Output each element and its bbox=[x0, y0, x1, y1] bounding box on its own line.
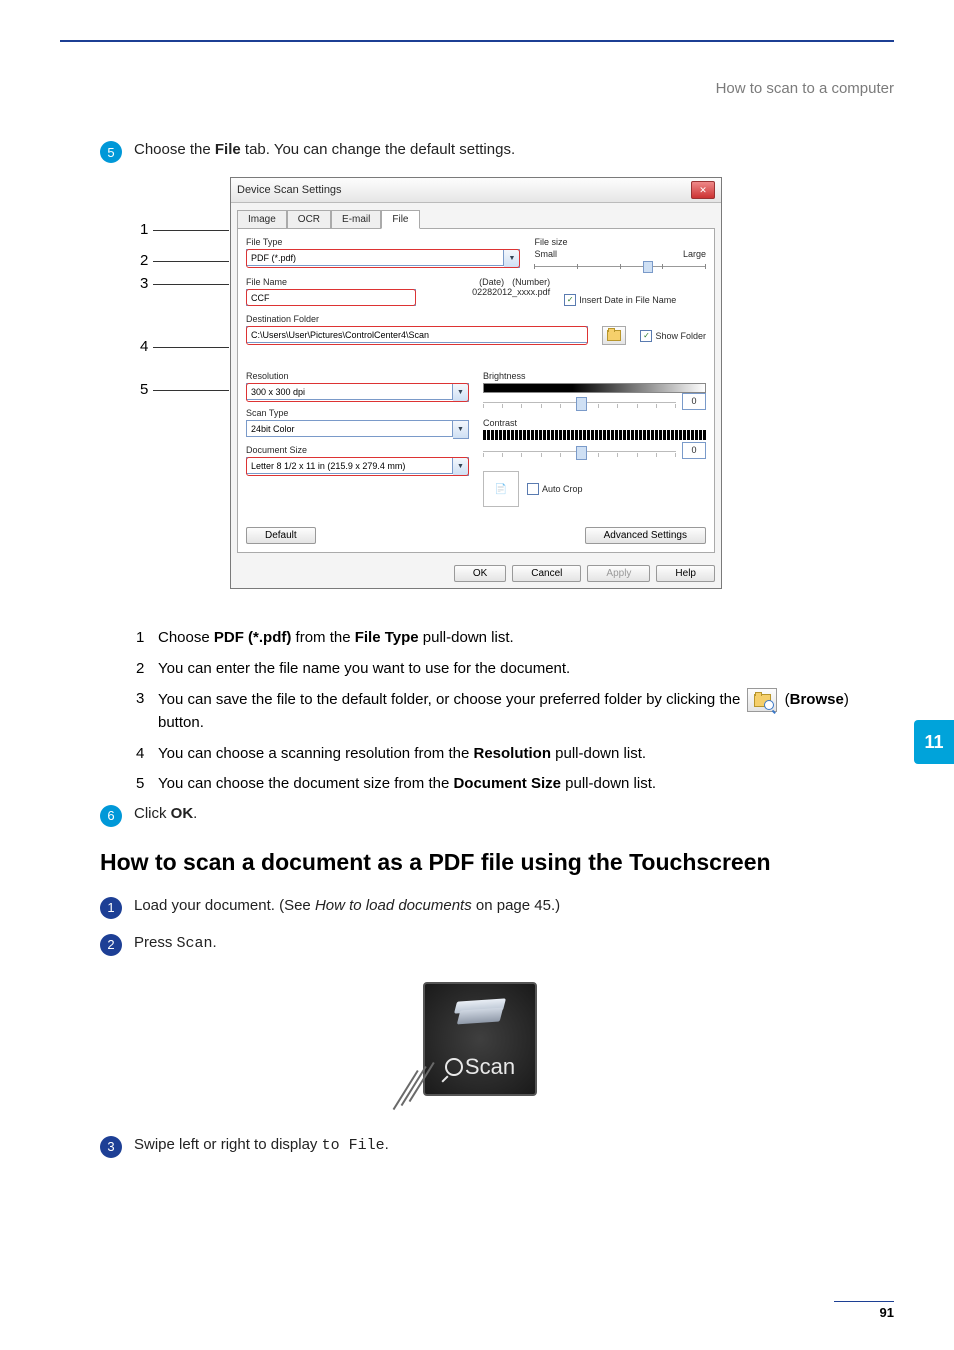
brightness-label: Brightness bbox=[483, 371, 706, 381]
dialog-illustration: 1 2 3 4 5 Device Scan Settings ✕ Image O… bbox=[100, 177, 860, 607]
chevron-down-icon[interactable]: ▼ bbox=[453, 457, 469, 476]
document-size-value[interactable] bbox=[246, 457, 453, 474]
file-size-small: Small bbox=[534, 249, 557, 259]
insert-date-checkbox[interactable]: ✓Insert Date in File Name bbox=[564, 294, 676, 306]
breadcrumb: How to scan to a computer bbox=[716, 80, 894, 97]
step5-pre: Choose the bbox=[134, 141, 215, 158]
instr-3: 3 You can save the file to the default f… bbox=[136, 688, 860, 735]
file-type-value[interactable] bbox=[246, 249, 504, 266]
ts1-link: How to load documents bbox=[315, 897, 472, 914]
file-name-number-label: (Number) bbox=[512, 277, 550, 287]
instr-5: 5 You can choose the document size from … bbox=[136, 773, 860, 796]
tab-image[interactable]: Image bbox=[237, 210, 287, 229]
file-name-date-label: (Date) bbox=[479, 277, 504, 287]
chevron-down-icon[interactable]: ▼ bbox=[504, 249, 520, 268]
scan-type-value[interactable] bbox=[246, 420, 453, 437]
advanced-settings-button[interactable]: Advanced Settings bbox=[585, 527, 706, 544]
file-name-preview: 02282012_xxxx.pdf bbox=[430, 287, 550, 297]
document-size-combo[interactable]: ▼ bbox=[246, 457, 469, 476]
ts-step-number-2: 2 bbox=[100, 934, 122, 956]
tab-email[interactable]: E-mail bbox=[331, 210, 381, 229]
scan-touchscreen-icon: Scan bbox=[100, 982, 860, 1101]
resolution-combo[interactable]: ▼ bbox=[246, 383, 469, 402]
header-rule bbox=[60, 40, 894, 42]
destination-folder-field[interactable] bbox=[246, 326, 588, 345]
ts2-code: Scan bbox=[177, 935, 213, 952]
insert-date-label: Insert Date in File Name bbox=[579, 295, 676, 305]
callout-column: 1 2 3 4 5 bbox=[140, 225, 229, 404]
file-type-label: File Type bbox=[246, 237, 520, 247]
show-folder-checkbox[interactable]: ✓Show Folder bbox=[640, 326, 706, 345]
scanner-icon bbox=[456, 1000, 504, 1030]
browse-icon bbox=[747, 688, 777, 712]
file-name-value[interactable] bbox=[246, 289, 416, 306]
dialog-tabs: Image OCR E-mail File bbox=[231, 203, 721, 228]
step5-post: tab. You can change the default settings… bbox=[241, 141, 515, 158]
device-scan-settings-dialog: Device Scan Settings ✕ Image OCR E-mail … bbox=[230, 177, 722, 589]
document-size-label: Document Size bbox=[246, 445, 469, 455]
callout-5: 5 bbox=[140, 381, 148, 398]
page-number: 91 bbox=[880, 1305, 894, 1320]
page-number-rule bbox=[834, 1301, 894, 1302]
dialog-title: Device Scan Settings bbox=[237, 184, 342, 196]
callout-1: 1 bbox=[140, 221, 148, 238]
contrast-value[interactable]: 0 bbox=[682, 442, 706, 459]
auto-crop-checkbox[interactable]: Auto Crop bbox=[527, 483, 583, 495]
callout-3: 3 bbox=[140, 275, 148, 292]
step-number-6: 6 bbox=[100, 805, 122, 827]
brightness-value[interactable]: 0 bbox=[682, 393, 706, 410]
file-size-label: File size bbox=[534, 237, 706, 247]
ts3-code: to File bbox=[322, 1137, 385, 1154]
ok-button[interactable]: OK bbox=[454, 565, 506, 582]
cancel-button[interactable]: Cancel bbox=[512, 565, 581, 582]
close-icon[interactable]: ✕ bbox=[691, 181, 715, 199]
file-type-combo[interactable]: ▼ bbox=[246, 249, 520, 268]
instr-1-num: 1 bbox=[136, 627, 158, 650]
instr-2: 2 You can enter the file name you want t… bbox=[136, 658, 860, 681]
contrast-slider[interactable]: 0 bbox=[483, 442, 706, 459]
chapter-tab: 11 bbox=[914, 720, 954, 764]
default-button[interactable]: Default bbox=[246, 527, 316, 544]
step-6: 6 Click OK. bbox=[100, 804, 860, 827]
file-size-large: Large bbox=[683, 249, 706, 259]
section-title: How to scan a document as a PDF file usi… bbox=[100, 849, 860, 876]
show-folder-label: Show Folder bbox=[655, 331, 706, 341]
apply-button[interactable]: Apply bbox=[587, 565, 650, 582]
crop-preview-icon: 📄 bbox=[483, 471, 519, 507]
ts-step-number-3: 3 bbox=[100, 1136, 122, 1158]
file-name-label: File Name bbox=[246, 277, 416, 287]
file-size-slider[interactable] bbox=[534, 263, 706, 269]
step-5: 5 Choose the File tab. You can change th… bbox=[100, 140, 860, 163]
scan-icon-label: Scan bbox=[465, 1054, 515, 1079]
ts-step-1: 1 Load your document. (See How to load d… bbox=[100, 896, 860, 919]
chevron-down-icon[interactable]: ▼ bbox=[453, 383, 469, 402]
ts-step-2: 2 Press Scan. bbox=[100, 933, 860, 956]
step5-bold: File bbox=[215, 141, 241, 158]
scan-type-label: Scan Type bbox=[246, 408, 469, 418]
callout-4: 4 bbox=[140, 338, 148, 355]
browse-button[interactable] bbox=[602, 326, 626, 345]
tab-ocr[interactable]: OCR bbox=[287, 210, 331, 229]
destination-folder-label: Destination Folder bbox=[246, 314, 706, 324]
file-name-field[interactable] bbox=[246, 289, 416, 306]
contrast-label: Contrast bbox=[483, 418, 706, 428]
tap-gesture-icon bbox=[397, 1056, 457, 1116]
ts-step-number-1: 1 bbox=[100, 897, 122, 919]
callout-2: 2 bbox=[140, 252, 148, 269]
scan-type-combo[interactable]: ▼ bbox=[246, 420, 469, 439]
destination-folder-value[interactable] bbox=[246, 326, 588, 343]
chevron-down-icon[interactable]: ▼ bbox=[453, 420, 469, 439]
auto-crop-label: Auto Crop bbox=[542, 484, 583, 494]
instr-1: 1 Choose PDF (*.pdf) from the File Type … bbox=[136, 627, 860, 650]
step-number-5: 5 bbox=[100, 141, 122, 163]
resolution-label: Resolution bbox=[246, 371, 469, 381]
brightness-slider[interactable]: 0 bbox=[483, 393, 706, 410]
instr-4: 4 You can choose a scanning resolution f… bbox=[136, 743, 860, 766]
tab-file[interactable]: File bbox=[381, 210, 419, 229]
resolution-value[interactable] bbox=[246, 383, 453, 400]
ts-step-3: 3 Swipe left or right to display to File… bbox=[100, 1135, 860, 1158]
folder-icon bbox=[607, 330, 621, 341]
help-button[interactable]: Help bbox=[656, 565, 715, 582]
